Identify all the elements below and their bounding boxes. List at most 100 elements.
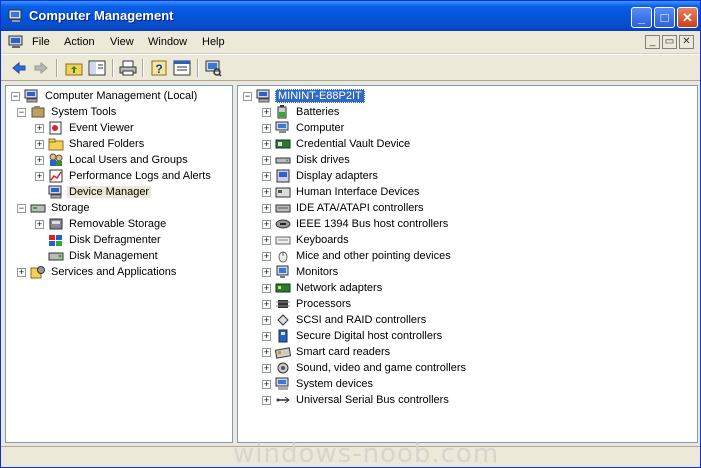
device-category-row[interactable]: + Monitors	[262, 264, 340, 280]
expand-toggle[interactable]: +	[262, 363, 271, 373]
expand-toggle[interactable]: +	[35, 139, 44, 149]
expand-toggle[interactable]: +	[262, 203, 271, 213]
device-category-row[interactable]: + Human Interface Devices	[262, 184, 422, 200]
performance-icon	[49, 169, 63, 183]
expand-toggle[interactable]: +	[262, 331, 271, 341]
defragmenter-icon	[49, 235, 62, 246]
network-adapter-icon	[275, 283, 291, 293]
expand-toggle[interactable]: +	[262, 395, 271, 405]
device-category-row[interactable]: + Credential Vault Device	[262, 136, 412, 152]
hid-icon	[275, 187, 291, 198]
console-tree-item[interactable]: Disk Defragmenter	[35, 232, 163, 248]
device-root-row[interactable]: − MININT-E88P2IT	[243, 88, 365, 104]
print-icon[interactable]	[118, 58, 138, 78]
menu-help[interactable]: Help	[202, 36, 225, 48]
expand-toggle[interactable]: +	[35, 219, 44, 229]
console-tree-item[interactable]: + Shared Folders	[35, 136, 146, 152]
expand-toggle[interactable]: +	[35, 171, 44, 181]
device-category-row[interactable]: + Keyboards	[262, 232, 351, 248]
credential-vault-icon	[275, 139, 291, 149]
help-icon[interactable]: ?	[149, 58, 169, 78]
expand-toggle[interactable]: +	[262, 267, 271, 277]
console-tree-label: Shared Folders	[69, 138, 145, 150]
console-tree-item[interactable]: + Removable Storage	[35, 216, 168, 232]
expand-toggle[interactable]: +	[262, 219, 271, 229]
expand-toggle[interactable]: +	[262, 283, 271, 293]
minimize-button[interactable]: _	[631, 7, 652, 28]
mdi-minimize-button[interactable]: _	[645, 35, 660, 49]
device-category-row[interactable]: + Network adapters	[262, 280, 384, 296]
expand-toggle[interactable]: +	[262, 155, 271, 165]
console-tree-item[interactable]: + Performance Logs and Alerts	[35, 168, 213, 184]
expand-toggle[interactable]: +	[17, 267, 26, 277]
expand-toggle[interactable]: +	[262, 379, 271, 389]
expand-toggle[interactable]: +	[262, 299, 271, 309]
scan-hardware-icon[interactable]	[203, 58, 223, 78]
console-tree-label: Local Users and Groups	[69, 154, 188, 166]
collapse-toggle[interactable]: −	[17, 203, 26, 213]
console-tree-item[interactable]: + Event Viewer	[35, 120, 136, 136]
collapse-toggle[interactable]: −	[11, 91, 20, 101]
expand-toggle[interactable]: +	[262, 123, 271, 133]
expand-toggle[interactable]: +	[35, 155, 44, 165]
expand-toggle[interactable]: +	[35, 123, 44, 133]
device-category-row[interactable]: + Disk drives	[262, 152, 352, 168]
expand-toggle[interactable]: +	[262, 347, 271, 357]
device-category-label: SCSI and RAID controllers	[296, 314, 427, 326]
device-category-row[interactable]: + Batteries	[262, 104, 341, 120]
console-tree-pane[interactable]: − Computer Management (Local) − System Tool…	[5, 85, 233, 443]
event-viewer-icon	[49, 121, 62, 135]
expand-toggle[interactable]: +	[262, 171, 271, 181]
console-tree-item[interactable]: Device Manager	[35, 184, 152, 200]
expand-toggle[interactable]: +	[262, 187, 271, 197]
mdi-restore-button[interactable]: ▭	[662, 35, 677, 49]
console-tree-item[interactable]: + Services and Applications	[17, 264, 178, 280]
title-bar[interactable]: Computer Management _ □ ✕	[1, 1, 700, 31]
sd-host-icon	[278, 329, 288, 343]
maximize-button[interactable]: □	[654, 7, 675, 28]
collapse-toggle[interactable]: −	[243, 91, 252, 101]
collapse-toggle[interactable]: −	[17, 107, 26, 117]
device-category-row[interactable]: + IEEE 1394 Bus host controllers	[262, 216, 450, 232]
console-tree-item[interactable]: − System Tools	[17, 104, 118, 120]
console-tree-label: Removable Storage	[69, 218, 167, 230]
device-category-row[interactable]: + Smart card readers	[262, 344, 392, 360]
device-category-row[interactable]: + SCSI and RAID controllers	[262, 312, 428, 328]
console-tree-item[interactable]: − Storage	[17, 200, 92, 216]
device-category-row[interactable]: + Secure Digital host controllers	[262, 328, 444, 344]
device-category-label: Monitors	[296, 266, 339, 278]
system-menu-icon[interactable]	[8, 35, 24, 49]
device-category-row[interactable]: + Sound, video and game controllers	[262, 360, 468, 376]
expand-toggle[interactable]: +	[262, 107, 271, 117]
mdi-close-button[interactable]: ✕	[679, 35, 694, 49]
menu-action[interactable]: Action	[64, 36, 95, 48]
device-category-row[interactable]: + Computer	[262, 120, 346, 136]
expand-toggle[interactable]: +	[262, 251, 271, 261]
menu-view[interactable]: View	[110, 36, 134, 48]
console-tree-item[interactable]: + Local Users and Groups	[35, 152, 190, 168]
back-arrow-icon[interactable]	[9, 58, 29, 78]
menu-file[interactable]: File	[32, 36, 50, 48]
device-tree-pane[interactable]: − MININT-E88P2IT + Batteries + Computer + Cre…	[237, 85, 698, 443]
close-button[interactable]: ✕	[677, 7, 698, 28]
expand-toggle[interactable]: +	[262, 139, 271, 149]
device-category-row[interactable]: + Processors	[262, 296, 353, 312]
device-category-label: Batteries	[296, 106, 340, 118]
console-tree-item[interactable]: Disk Management	[35, 248, 160, 264]
svg-text:?: ?	[155, 62, 162, 76]
device-category-row[interactable]: + Universal Serial Bus controllers	[262, 392, 451, 408]
menu-window[interactable]: Window	[148, 36, 187, 48]
device-category-row[interactable]: + System devices	[262, 376, 375, 392]
toolbar: ?	[1, 54, 700, 81]
device-category-row[interactable]: + Mice and other pointing devices	[262, 248, 453, 264]
toolbar-separator	[197, 59, 199, 77]
forward-arrow-icon[interactable]	[31, 58, 51, 78]
console-tree-item[interactable]: − Computer Management (Local)	[11, 88, 199, 104]
expand-toggle[interactable]: +	[262, 235, 271, 245]
show-hide-tree-icon[interactable]	[87, 58, 107, 78]
expand-toggle[interactable]: +	[262, 315, 271, 325]
device-category-row[interactable]: + IDE ATA/ATAPI controllers	[262, 200, 426, 216]
up-folder-icon[interactable]	[64, 58, 84, 78]
properties-icon[interactable]	[172, 58, 192, 78]
device-category-row[interactable]: + Display adapters	[262, 168, 380, 184]
